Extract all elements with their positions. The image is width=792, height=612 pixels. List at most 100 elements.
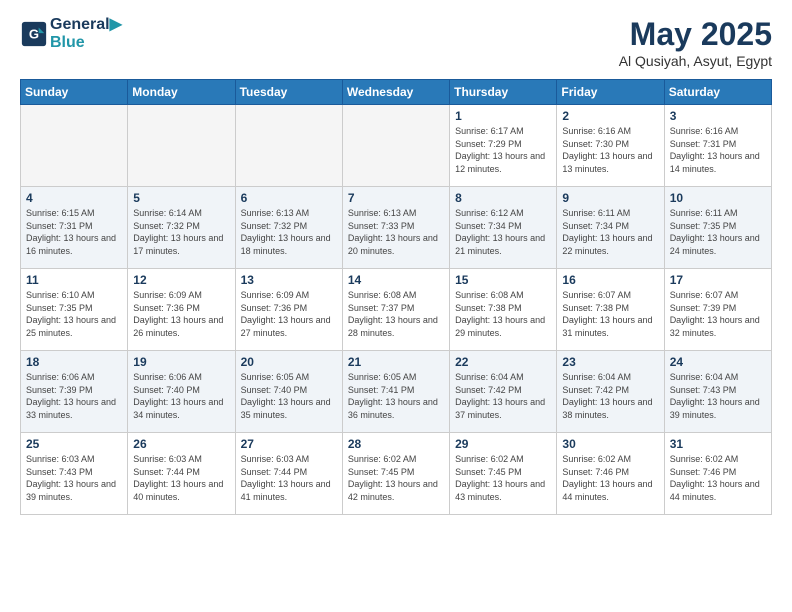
day-number: 7 <box>348 191 444 205</box>
calendar-cell: 15 Sunrise: 6:08 AMSunset: 7:38 PMDayligh… <box>450 269 557 351</box>
calendar-cell: 25 Sunrise: 6:03 AMSunset: 7:43 PMDayligh… <box>21 433 128 515</box>
calendar-cell: 21 Sunrise: 6:05 AMSunset: 7:41 PMDayligh… <box>342 351 449 433</box>
calendar-cell <box>235 105 342 187</box>
day-number: 8 <box>455 191 551 205</box>
day-info: Sunrise: 6:05 AMSunset: 7:40 PMDaylight:… <box>241 371 337 421</box>
day-info: Sunrise: 6:06 AMSunset: 7:40 PMDaylight:… <box>133 371 229 421</box>
calendar-week-row: 4 Sunrise: 6:15 AMSunset: 7:31 PMDaylight… <box>21 187 772 269</box>
calendar-cell: 31 Sunrise: 6:02 AMSunset: 7:46 PMDayligh… <box>664 433 771 515</box>
weekday-header: Tuesday <box>235 80 342 105</box>
calendar-cell: 14Sunrise: 6:08 AMSunset: 7:37 PMDayligh… <box>342 269 449 351</box>
day-info: Sunrise: 6:02 AMSunset: 7:46 PMDaylight:… <box>670 453 766 503</box>
calendar-cell: 12 Sunrise: 6:09 AMSunset: 7:36 PMDayligh… <box>128 269 235 351</box>
calendar-cell: 1 Sunrise: 6:17 AMSunset: 7:29 PMDaylight… <box>450 105 557 187</box>
day-number: 22 <box>455 355 551 369</box>
day-number: 2 <box>562 109 658 123</box>
logo-icon: G <box>20 20 48 48</box>
calendar-cell: 8 Sunrise: 6:12 AMSunset: 7:34 PMDaylight… <box>450 187 557 269</box>
calendar-week-row: 18Sunrise: 6:06 AMSunset: 7:39 PMDayligh… <box>21 351 772 433</box>
day-number: 3 <box>670 109 766 123</box>
calendar-week-row: 1 Sunrise: 6:17 AMSunset: 7:29 PMDaylight… <box>21 105 772 187</box>
calendar-cell: 7 Sunrise: 6:13 AMSunset: 7:33 PMDaylight… <box>342 187 449 269</box>
day-number: 12 <box>133 273 229 287</box>
calendar-cell: 2Sunrise: 6:16 AMSunset: 7:30 PMDaylight… <box>557 105 664 187</box>
day-info: Sunrise: 6:17 AMSunset: 7:29 PMDaylight:… <box>455 125 551 175</box>
day-info: Sunrise: 6:05 AMSunset: 7:41 PMDaylight:… <box>348 371 444 421</box>
day-number: 16 <box>562 273 658 287</box>
day-info: Sunrise: 6:08 AMSunset: 7:37 PMDaylight:… <box>348 289 444 339</box>
day-number: 26 <box>133 437 229 451</box>
calendar-cell: 22Sunrise: 6:04 AMSunset: 7:42 PMDayligh… <box>450 351 557 433</box>
day-number: 17 <box>670 273 766 287</box>
day-number: 20 <box>241 355 337 369</box>
day-info: Sunrise: 6:09 AMSunset: 7:36 PMDaylight:… <box>241 289 337 339</box>
calendar-cell: 10 Sunrise: 6:11 AMSunset: 7:35 PMDayligh… <box>664 187 771 269</box>
day-info: Sunrise: 6:15 AMSunset: 7:31 PMDaylight:… <box>26 207 122 257</box>
title-area: May 2025 Al Qusiyah, Asyut, Egypt <box>619 16 772 69</box>
calendar-cell: 9 Sunrise: 6:11 AMSunset: 7:34 PMDaylight… <box>557 187 664 269</box>
day-info: Sunrise: 6:08 AMSunset: 7:38 PMDaylight:… <box>455 289 551 339</box>
calendar: SundayMondayTuesdayWednesdayThursdayFrid… <box>20 79 772 515</box>
weekday-header: Thursday <box>450 80 557 105</box>
page: G General▶ Blue May 2025 Al Qusiyah, Asy… <box>0 0 792 612</box>
weekday-header: Friday <box>557 80 664 105</box>
day-info: Sunrise: 6:03 AMSunset: 7:43 PMDaylight:… <box>26 453 122 503</box>
day-number: 19 <box>133 355 229 369</box>
day-number: 6 <box>241 191 337 205</box>
day-info: Sunrise: 6:09 AMSunset: 7:36 PMDaylight:… <box>133 289 229 339</box>
day-number: 5 <box>133 191 229 205</box>
month-year: May 2025 <box>619 16 772 53</box>
calendar-cell: 30 Sunrise: 6:02 AMSunset: 7:46 PMDayligh… <box>557 433 664 515</box>
calendar-cell: 20 Sunrise: 6:05 AMSunset: 7:40 PMDayligh… <box>235 351 342 433</box>
day-number: 21 <box>348 355 444 369</box>
location: Al Qusiyah, Asyut, Egypt <box>619 53 772 69</box>
weekday-header-row: SundayMondayTuesdayWednesdayThursdayFrid… <box>21 80 772 105</box>
day-info: Sunrise: 6:14 AMSunset: 7:32 PMDaylight:… <box>133 207 229 257</box>
day-number: 15 <box>455 273 551 287</box>
day-number: 28 <box>348 437 444 451</box>
header: G General▶ Blue May 2025 Al Qusiyah, Asy… <box>20 16 772 69</box>
day-number: 23 <box>562 355 658 369</box>
svg-text:G: G <box>29 26 39 41</box>
calendar-cell: 23Sunrise: 6:04 AMSunset: 7:42 PMDayligh… <box>557 351 664 433</box>
day-info: Sunrise: 6:13 AMSunset: 7:33 PMDaylight:… <box>348 207 444 257</box>
calendar-cell: 18Sunrise: 6:06 AMSunset: 7:39 PMDayligh… <box>21 351 128 433</box>
calendar-cell <box>342 105 449 187</box>
day-info: Sunrise: 6:11 AMSunset: 7:34 PMDaylight:… <box>562 207 658 257</box>
day-info: Sunrise: 6:06 AMSunset: 7:39 PMDaylight:… <box>26 371 122 421</box>
calendar-cell: 16Sunrise: 6:07 AMSunset: 7:38 PMDayligh… <box>557 269 664 351</box>
calendar-cell: 11Sunrise: 6:10 AMSunset: 7:35 PMDayligh… <box>21 269 128 351</box>
day-number: 27 <box>241 437 337 451</box>
day-number: 29 <box>455 437 551 451</box>
calendar-week-row: 11Sunrise: 6:10 AMSunset: 7:35 PMDayligh… <box>21 269 772 351</box>
calendar-cell: 6Sunrise: 6:13 AMSunset: 7:32 PMDaylight… <box>235 187 342 269</box>
day-info: Sunrise: 6:11 AMSunset: 7:35 PMDaylight:… <box>670 207 766 257</box>
day-number: 1 <box>455 109 551 123</box>
day-info: Sunrise: 6:02 AMSunset: 7:46 PMDaylight:… <box>562 453 658 503</box>
calendar-cell: 27Sunrise: 6:03 AMSunset: 7:44 PMDayligh… <box>235 433 342 515</box>
day-number: 31 <box>670 437 766 451</box>
weekday-header: Monday <box>128 80 235 105</box>
calendar-cell: 24Sunrise: 6:04 AMSunset: 7:43 PMDayligh… <box>664 351 771 433</box>
day-number: 9 <box>562 191 658 205</box>
day-number: 4 <box>26 191 122 205</box>
calendar-cell: 5 Sunrise: 6:14 AMSunset: 7:32 PMDaylight… <box>128 187 235 269</box>
calendar-cell: 19 Sunrise: 6:06 AMSunset: 7:40 PMDayligh… <box>128 351 235 433</box>
day-number: 25 <box>26 437 122 451</box>
calendar-cell <box>21 105 128 187</box>
weekday-header: Wednesday <box>342 80 449 105</box>
calendar-cell: 4 Sunrise: 6:15 AMSunset: 7:31 PMDaylight… <box>21 187 128 269</box>
day-number: 10 <box>670 191 766 205</box>
weekday-header: Sunday <box>21 80 128 105</box>
day-info: Sunrise: 6:02 AMSunset: 7:45 PMDaylight:… <box>348 453 444 503</box>
day-number: 30 <box>562 437 658 451</box>
calendar-cell: 3 Sunrise: 6:16 AMSunset: 7:31 PMDaylight… <box>664 105 771 187</box>
day-info: Sunrise: 6:02 AMSunset: 7:45 PMDaylight:… <box>455 453 551 503</box>
calendar-week-row: 25 Sunrise: 6:03 AMSunset: 7:43 PMDayligh… <box>21 433 772 515</box>
day-number: 13 <box>241 273 337 287</box>
logo-text: General▶ Blue <box>50 16 122 51</box>
calendar-cell: 17Sunrise: 6:07 AMSunset: 7:39 PMDayligh… <box>664 269 771 351</box>
day-info: Sunrise: 6:03 AMSunset: 7:44 PMDaylight:… <box>133 453 229 503</box>
day-info: Sunrise: 6:16 AMSunset: 7:31 PMDaylight:… <box>670 125 766 175</box>
day-info: Sunrise: 6:12 AMSunset: 7:34 PMDaylight:… <box>455 207 551 257</box>
